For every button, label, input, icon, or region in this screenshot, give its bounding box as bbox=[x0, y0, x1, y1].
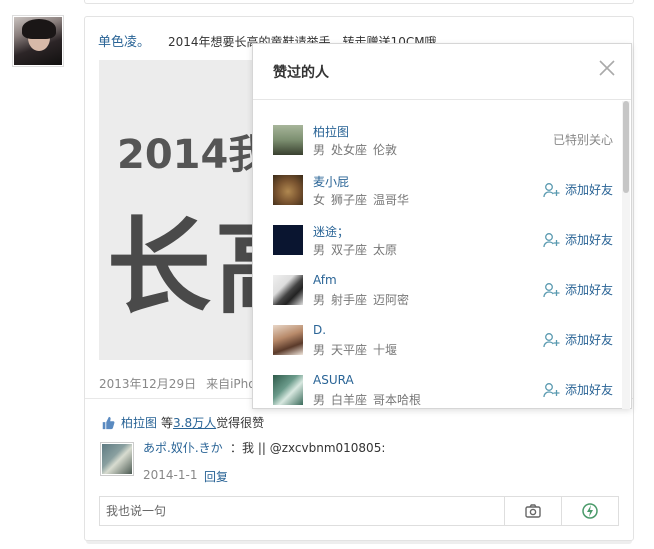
user-info: 男射手座 迈阿密 bbox=[313, 291, 409, 308]
post-meta: 2013年12月29日 来自iPhone bbox=[99, 375, 271, 392]
close-icon bbox=[599, 60, 615, 76]
like-summary: 柏拉图 等 3.8万人 觉得很赞 bbox=[101, 414, 264, 431]
add-friend-button[interactable]: 添加好友 bbox=[543, 231, 613, 248]
user-avatar[interactable] bbox=[273, 175, 303, 205]
user-name-link[interactable]: 迷途； bbox=[313, 223, 349, 240]
like-first-user-link[interactable]: 柏拉图 bbox=[121, 414, 157, 431]
user-avatar[interactable] bbox=[273, 325, 303, 355]
user-info: 男处女座 伦敦 bbox=[313, 141, 397, 158]
add-friend-button[interactable]: 添加好友 bbox=[543, 331, 613, 348]
add-friend-label: 添加好友 bbox=[564, 333, 613, 347]
list-item: 迷途； 男双子座 太原 添加好友 bbox=[253, 218, 623, 268]
list-item: Afm 男射手座 迈阿密 添加好友 bbox=[253, 268, 623, 318]
add-friend-label: 添加好友 bbox=[564, 183, 613, 197]
post-image-text-line1: 2014我 bbox=[117, 132, 269, 178]
list-item: 麦小屁 女狮子座 温哥华 添加好友 bbox=[253, 168, 623, 218]
add-friend-button[interactable]: 添加好友 bbox=[543, 381, 613, 398]
user-avatar[interactable] bbox=[273, 125, 303, 155]
popup-header: 赞过的人 bbox=[253, 44, 631, 100]
add-friend-icon bbox=[543, 282, 560, 297]
comment-input[interactable] bbox=[100, 497, 504, 525]
avatar-image bbox=[102, 444, 132, 474]
add-friend-icon bbox=[543, 182, 560, 197]
user-sign: 双子座 bbox=[331, 243, 368, 257]
user-gender: 男 bbox=[313, 293, 326, 307]
user-gender: 男 bbox=[313, 343, 326, 357]
user-info: 男双子座 太原 bbox=[313, 241, 397, 258]
comment-input-box bbox=[99, 496, 619, 526]
post-date: 2013年12月29日 bbox=[99, 377, 197, 391]
card-shadow bbox=[86, 541, 632, 544]
user-city: 温哥华 bbox=[373, 193, 410, 207]
add-friend-icon bbox=[543, 232, 560, 247]
camera-icon bbox=[525, 504, 541, 518]
user-sign: 射手座 bbox=[331, 293, 368, 307]
like-count-link[interactable]: 3.8万人 bbox=[173, 414, 216, 431]
post-author-avatar[interactable] bbox=[12, 15, 64, 67]
user-sign: 天平座 bbox=[331, 343, 368, 357]
like-prefix: 等 bbox=[161, 416, 174, 430]
user-name-link[interactable]: 柏拉图 bbox=[313, 123, 349, 140]
list-item: D. 男天平座 十堰 添加好友 bbox=[253, 318, 623, 368]
comment-text: ：我 || @zxcvbnm010805: bbox=[230, 441, 386, 455]
user-name-link[interactable]: 麦小屁 bbox=[313, 173, 349, 190]
likers-list[interactable]: 柏拉图 男处女座 伦敦 已特别关心 麦小屁 女狮子座 温哥华 添加好友 迷途； 男双… bbox=[253, 101, 623, 409]
comment-user-avatar[interactable] bbox=[100, 442, 134, 476]
add-friend-label: 添加好友 bbox=[564, 383, 613, 397]
user-city: 伦敦 bbox=[373, 143, 398, 157]
post-author-name[interactable]: 单色凌。 bbox=[98, 35, 150, 50]
user-city: 太原 bbox=[373, 243, 398, 257]
user-name-link[interactable]: ASURA bbox=[313, 373, 354, 387]
user-avatar[interactable] bbox=[273, 375, 303, 405]
user-info: 男天平座 十堰 bbox=[313, 341, 397, 358]
add-friend-label: 添加好友 bbox=[564, 283, 613, 297]
user-city: 哥本哈根 bbox=[373, 393, 422, 407]
comment-date: 2014-1-1 bbox=[143, 468, 198, 482]
add-friend-label: 添加好友 bbox=[564, 233, 613, 247]
user-city: 迈阿密 bbox=[373, 293, 410, 307]
list-item: 柏拉图 男处女座 伦敦 已特别关心 bbox=[253, 118, 623, 168]
emoji-button[interactable] bbox=[561, 497, 618, 525]
camera-button[interactable] bbox=[504, 497, 561, 525]
user-gender: 男 bbox=[313, 243, 326, 257]
close-button[interactable] bbox=[597, 58, 617, 78]
user-avatar[interactable] bbox=[273, 275, 303, 305]
comment-user-name[interactable]: あポ.奴仆.きか bbox=[143, 439, 223, 456]
add-friend-icon bbox=[543, 382, 560, 397]
list-item: ASURA 男白羊座 哥本哈根 添加好友 bbox=[253, 368, 623, 409]
user-status-label: 已特别关心 bbox=[552, 133, 613, 147]
user-gender: 男 bbox=[313, 393, 326, 407]
user-status: 已特别关心 bbox=[553, 131, 613, 148]
user-name-link[interactable]: Afm bbox=[313, 273, 337, 287]
user-gender: 男 bbox=[313, 143, 326, 157]
popup-title: 赞过的人 bbox=[273, 65, 329, 81]
user-city: 十堰 bbox=[373, 343, 398, 357]
add-friend-button[interactable]: 添加好友 bbox=[543, 281, 613, 298]
add-friend-button[interactable]: 添加好友 bbox=[543, 181, 613, 198]
user-info: 女狮子座 温哥华 bbox=[313, 191, 409, 208]
thumbs-up-icon bbox=[102, 416, 115, 429]
scrollbar-thumb[interactable] bbox=[623, 101, 629, 193]
like-suffix: 觉得很赞 bbox=[216, 416, 265, 430]
likers-popup: 赞过的人 柏拉图 男处女座 伦敦 已特别关心 麦小屁 女狮子座 温哥华 添加好友 迷… bbox=[252, 43, 632, 409]
avatar-image bbox=[14, 17, 62, 65]
previous-card-edge bbox=[84, 0, 634, 4]
comment-reply-link[interactable]: 回复 bbox=[204, 468, 228, 485]
emoji-icon bbox=[582, 503, 598, 519]
user-sign: 白羊座 bbox=[331, 393, 368, 407]
user-sign: 狮子座 bbox=[331, 193, 368, 207]
user-name-link[interactable]: D. bbox=[313, 323, 326, 337]
user-gender: 女 bbox=[313, 193, 326, 207]
user-sign: 处女座 bbox=[331, 143, 368, 157]
add-friend-icon bbox=[543, 332, 560, 347]
user-info: 男白羊座 哥本哈根 bbox=[313, 391, 421, 408]
user-avatar[interactable] bbox=[273, 225, 303, 255]
